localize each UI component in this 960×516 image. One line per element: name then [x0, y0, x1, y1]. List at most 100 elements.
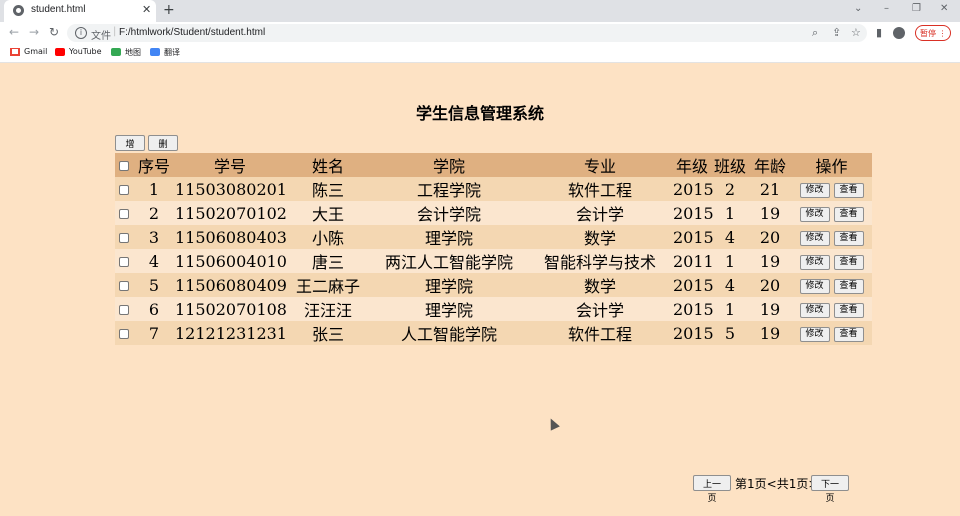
view-button[interactable]: 查看	[833, 182, 864, 198]
table-row: 3 11506080403 小陈 理学院 数学 2015 4 20 修改 查看	[115, 225, 872, 249]
class-cell: 5	[711, 321, 749, 345]
tab-close-icon[interactable]: ✕	[142, 3, 151, 16]
edit-button[interactable]: 修改	[799, 254, 830, 270]
delete-button[interactable]: 删除	[148, 135, 178, 163]
close-window-icon[interactable]: ✕	[940, 3, 948, 14]
browser-tab-bar: student.html ✕ + ⌄ – ❐ ✕	[0, 0, 960, 22]
new-tab-icon[interactable]: +	[163, 2, 175, 18]
bookmark-star-icon[interactable]: ☆	[851, 26, 861, 39]
name-cell: 陈三	[285, 177, 371, 201]
row-checkbox[interactable]	[119, 209, 129, 219]
class-cell: 1	[711, 297, 749, 321]
view-button[interactable]: 查看	[833, 206, 864, 222]
student-id-cell: 12121231231	[175, 321, 287, 345]
edit-button[interactable]: 修改	[799, 278, 830, 294]
actions-cell: 修改 查看	[791, 297, 872, 321]
age-cell: 20	[749, 225, 791, 249]
header-name: 姓名	[285, 153, 371, 177]
name-cell: 唐三	[285, 249, 371, 273]
browser-tab[interactable]: student.html ✕	[4, 0, 156, 22]
view-button[interactable]: 查看	[833, 254, 864, 270]
add-button[interactable]: 增加	[115, 135, 145, 163]
class-cell: 4	[711, 225, 749, 249]
name-cell: 小陈	[285, 225, 371, 249]
bookmark-maps[interactable]: 地图	[125, 47, 141, 58]
tab-search-chevron-icon[interactable]: ⌄	[854, 3, 862, 14]
age-cell: 20	[749, 273, 791, 297]
seq-cell: 1	[133, 177, 175, 201]
row-select-cell	[115, 249, 133, 273]
college-cell: 理学院	[371, 273, 527, 297]
prev-page-button[interactable]: 上一页	[693, 475, 731, 503]
college-cell: 理学院	[371, 225, 527, 249]
restore-icon[interactable]: ❐	[912, 3, 921, 14]
table-row: 4 11506004010 唐三 两江人工智能学院 智能科学与技术 2011 1 19 修改 查看	[115, 249, 872, 273]
page-info: 第1页<共1页>	[735, 477, 819, 491]
view-button[interactable]: 查看	[833, 230, 864, 246]
row-select-cell	[115, 297, 133, 321]
bookmark-gmail[interactable]: Gmail	[24, 47, 47, 56]
row-select-cell	[115, 321, 133, 345]
name-cell: 王二麻子	[285, 273, 371, 297]
zoom-icon[interactable]: ⌕	[812, 26, 818, 40]
header-student-id: 学号	[175, 153, 285, 177]
row-select-cell	[115, 273, 133, 297]
edit-button[interactable]: 修改	[799, 206, 830, 222]
row-checkbox[interactable]	[119, 257, 129, 267]
age-cell: 21	[749, 177, 791, 201]
actions-cell: 修改 查看	[791, 177, 872, 201]
minimize-icon[interactable]: –	[884, 3, 889, 14]
name-cell: 汪汪汪	[285, 297, 371, 321]
student-id-cell: 11502070102	[175, 201, 287, 225]
edit-button[interactable]: 修改	[799, 182, 830, 198]
reload-icon[interactable]: ↻	[49, 25, 59, 39]
bookmark-youtube[interactable]: YouTube	[69, 47, 102, 56]
name-cell: 张三	[285, 321, 371, 345]
table-row: 7 12121231231 张三 人工智能学院 软件工程 2015 5 19 修改 查看	[115, 321, 872, 345]
forward-icon[interactable]: →	[29, 25, 39, 39]
grade-cell: 2015	[673, 201, 714, 225]
edit-button[interactable]: 修改	[799, 230, 830, 246]
seq-cell: 3	[133, 225, 175, 249]
header-college: 学院	[371, 153, 527, 177]
major-cell: 会计学	[527, 201, 673, 225]
view-button[interactable]: 查看	[833, 302, 864, 318]
tab-title: student.html	[31, 4, 86, 15]
college-cell: 会计学院	[371, 201, 527, 225]
header-seq: 序号	[133, 153, 175, 177]
row-checkbox[interactable]	[119, 305, 129, 315]
age-cell: 19	[749, 321, 791, 345]
grade-cell: 2015	[673, 321, 714, 345]
student-table: 序号 学号 姓名 学院 专业 年级 班级 年龄 操作 1 11503080201 陈…	[115, 153, 872, 345]
info-icon[interactable]: i	[75, 27, 87, 39]
grade-cell: 2015	[673, 297, 714, 321]
pause-button[interactable]: 暂停 ⋮	[915, 25, 951, 41]
seq-cell: 6	[133, 297, 175, 321]
row-checkbox[interactable]	[119, 281, 129, 291]
profile-icon[interactable]	[893, 27, 905, 39]
student-id-cell: 11506080403	[175, 225, 287, 249]
edit-button[interactable]: 修改	[799, 326, 830, 342]
next-page-button[interactable]: 下一页	[811, 475, 849, 503]
row-checkbox[interactable]	[119, 185, 129, 195]
page-title: 学生信息管理系统	[415, 104, 544, 123]
header-grade: 年级	[673, 153, 711, 177]
browser-toolbar: ← → ↻ i 文件 | F:/htmlwork/Student/student…	[0, 22, 960, 44]
address-separator: |	[113, 26, 117, 37]
bookmark-translate[interactable]: 翻译	[164, 47, 180, 58]
row-select-cell	[115, 225, 133, 249]
college-cell: 工程学院	[371, 177, 527, 201]
view-button[interactable]: 查看	[833, 278, 864, 294]
row-checkbox[interactable]	[119, 233, 129, 243]
college-cell: 两江人工智能学院	[371, 249, 527, 273]
share-icon[interactable]: ⇪	[832, 26, 841, 39]
row-checkbox[interactable]	[119, 329, 129, 339]
back-icon[interactable]: ←	[9, 25, 19, 39]
select-all-checkbox[interactable]	[119, 161, 129, 171]
address-url[interactable]: F:/htmlwork/Student/student.html	[119, 27, 265, 38]
edit-button[interactable]: 修改	[799, 302, 830, 318]
side-panel-icon[interactable]: ▮	[876, 26, 882, 39]
college-cell: 理学院	[371, 297, 527, 321]
address-bar[interactable]: i 文件 | F:/htmlwork/Student/student.html	[67, 24, 867, 42]
view-button[interactable]: 查看	[833, 326, 864, 342]
